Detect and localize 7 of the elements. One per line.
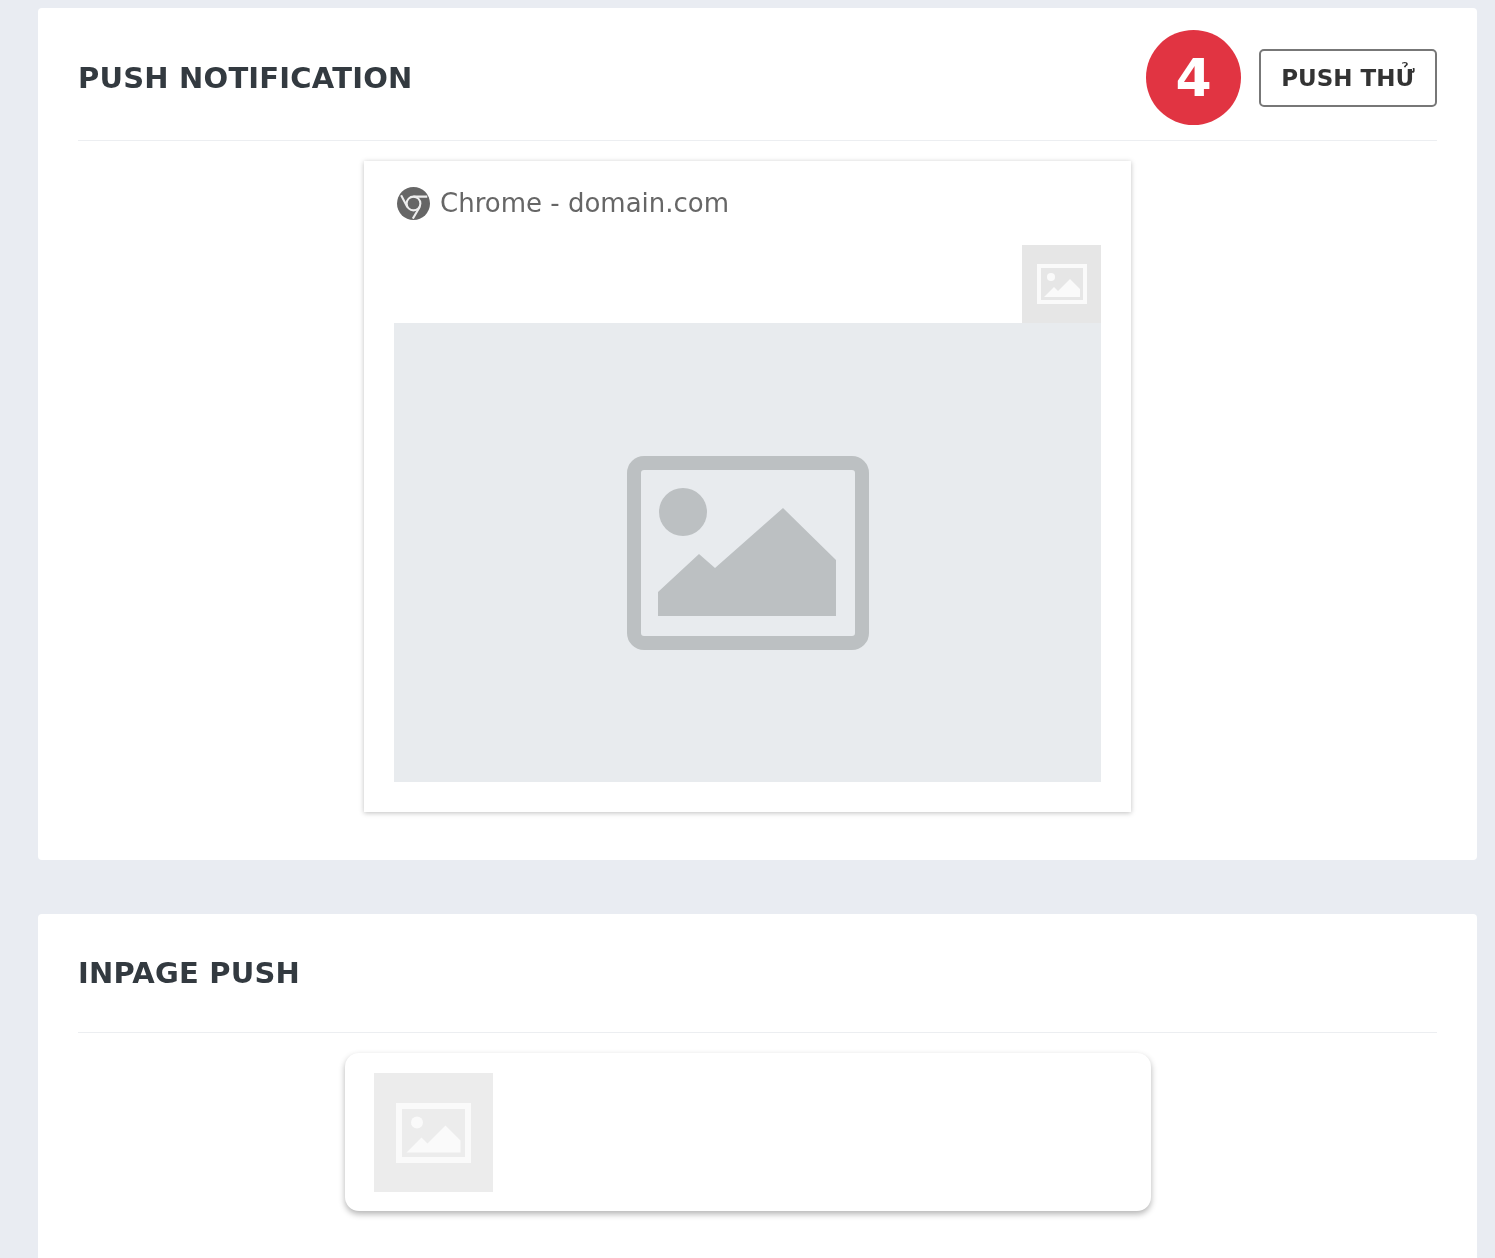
notification-source: Chrome - domain.com: [440, 188, 730, 218]
push-test-button[interactable]: PUSH THỬ: [1259, 48, 1437, 107]
image-placeholder-icon: [626, 455, 869, 650]
step-badge: 4: [1146, 30, 1241, 125]
section-title: INPAGE PUSH: [78, 956, 300, 990]
browser-icon: [397, 186, 430, 220]
section-title: PUSH NOTIFICATION: [78, 60, 413, 95]
